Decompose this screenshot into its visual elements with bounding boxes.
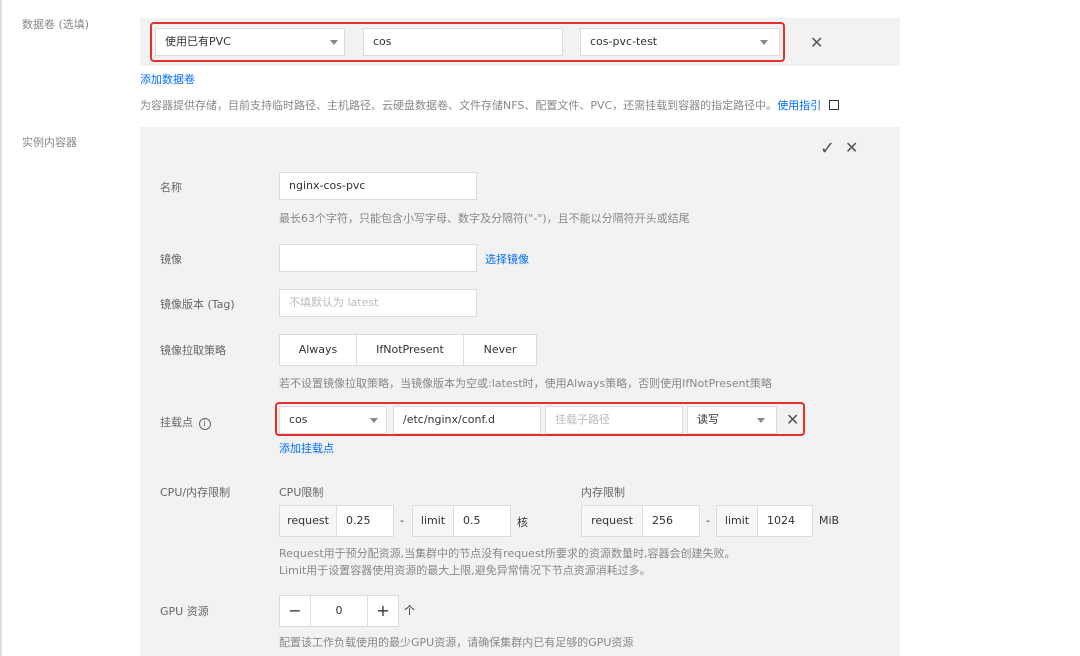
cpu-limit-value: 0.5 bbox=[463, 514, 481, 527]
pull-policy-never-button[interactable]: Never bbox=[463, 334, 537, 366]
resources-hint-limit: Limit用于设置容器使用资源的最大上限,避免异常情况下节点资源消耗过多。 bbox=[279, 564, 651, 577]
cpu-request-input[interactable]: 0.25 bbox=[336, 505, 394, 537]
memory-limit-label: limit bbox=[716, 505, 758, 537]
memory-range-dash: - bbox=[706, 514, 710, 527]
mount-label: 挂载点 i bbox=[160, 414, 211, 430]
gpu-unit: 个 bbox=[404, 604, 415, 617]
resources-label: CPU/内存限制 bbox=[160, 486, 231, 499]
info-icon: i bbox=[198, 418, 211, 430]
external-link-icon bbox=[828, 100, 839, 110]
image-label: 镜像 bbox=[160, 253, 182, 266]
mount-highlight-box bbox=[275, 402, 805, 436]
gpu-decrement-button[interactable]: − bbox=[279, 595, 311, 627]
guide-link[interactable]: 使用指引 bbox=[777, 99, 821, 112]
remove-volume-close-icon[interactable]: ✕ bbox=[810, 35, 823, 51]
pull-policy-ifnotpresent-button[interactable]: IfNotPresent bbox=[356, 334, 464, 366]
volume-hint: 为容器提供存储，目前支持临时路径、主机路径、云硬盘数据卷、文件存储NFS、配置文… bbox=[140, 97, 839, 113]
name-label: 名称 bbox=[160, 181, 182, 194]
pull-policy-label: 镜像拉取策略 bbox=[160, 344, 226, 357]
close-container-icon[interactable]: ✕ bbox=[845, 140, 858, 156]
memory-request-value: 256 bbox=[652, 514, 673, 527]
memory-unit: MiB bbox=[819, 514, 840, 527]
select-image-link[interactable]: 选择镜像 bbox=[485, 251, 529, 267]
cpu-limit-label: limit bbox=[412, 505, 454, 537]
cpu-request-label: request bbox=[279, 505, 337, 537]
resources-hint-request: Request用于预分配资源,当集群中的节点没有request所要求的资源数量时… bbox=[279, 547, 736, 560]
pull-policy-always-button[interactable]: Always bbox=[279, 334, 357, 366]
memory-limit-input[interactable]: 1024 bbox=[757, 505, 813, 537]
confirm-check-icon[interactable]: ✓ bbox=[820, 138, 835, 159]
tag-placeholder: 不填默认为 latest bbox=[289, 296, 379, 309]
tag-input[interactable]: 不填默认为 latest bbox=[279, 289, 477, 317]
tag-label: 镜像版本 (Tag) bbox=[160, 298, 235, 311]
left-border bbox=[0, 0, 2, 656]
add-mount-link[interactable]: 添加挂载点 bbox=[279, 440, 334, 456]
volume-label: 数据卷 (选填) bbox=[22, 18, 90, 31]
container-label: 实例内容器 bbox=[22, 136, 77, 149]
name-hint: 最长63个字符，只能包含小写字母、数字及分隔符("-")，且不能以分隔符开头或结… bbox=[279, 212, 690, 225]
gpu-label: GPU 资源 bbox=[160, 605, 209, 618]
volume-hint-text: 为容器提供存储，目前支持临时路径、主机路径、云硬盘数据卷、文件存储NFS、配置文… bbox=[140, 99, 778, 112]
volume-highlight-box bbox=[150, 22, 785, 62]
memory-request-input[interactable]: 256 bbox=[642, 505, 700, 537]
cpu-limit-title: CPU限制 bbox=[279, 486, 324, 499]
mount-label-text: 挂载点 bbox=[160, 416, 193, 429]
cpu-request-value: 0.25 bbox=[346, 514, 371, 527]
image-input[interactable] bbox=[279, 244, 477, 272]
add-volume-link[interactable]: 添加数据卷 bbox=[140, 71, 195, 87]
gpu-count-input[interactable]: 0 bbox=[310, 595, 368, 627]
gpu-count-value: 0 bbox=[335, 604, 343, 617]
gpu-hint: 配置该工作负载使用的最少GPU资源，请确保集群内已有足够的GPU资源 bbox=[279, 636, 634, 649]
name-input[interactable]: nginx-cos-pvc bbox=[279, 172, 477, 200]
cpu-range-dash: - bbox=[400, 514, 404, 527]
memory-request-label: request bbox=[581, 505, 643, 537]
gpu-increment-button[interactable]: + bbox=[367, 595, 399, 627]
cpu-limit-input[interactable]: 0.5 bbox=[453, 505, 511, 537]
pull-policy-hint: 若不设置镜像拉取策略，当镜像版本为空或:latest时，使用Always策略，否… bbox=[279, 377, 772, 390]
cpu-unit: 核 bbox=[517, 516, 528, 529]
plus-icon: + bbox=[376, 601, 390, 620]
name-value: nginx-cos-pvc bbox=[289, 179, 366, 192]
memory-limit-title: 内存限制 bbox=[581, 486, 625, 499]
memory-limit-value: 1024 bbox=[767, 514, 795, 527]
minus-icon: − bbox=[288, 601, 302, 620]
